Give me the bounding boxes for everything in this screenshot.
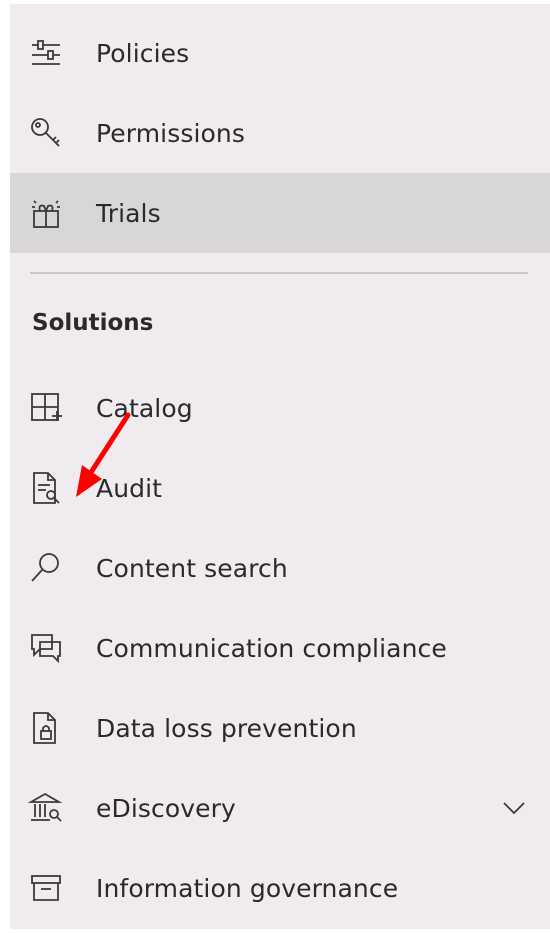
ediscovery-bank-icon — [28, 790, 64, 826]
nav-item-information-governance[interactable]: Information governance — [10, 848, 550, 928]
nav-item-label: Catalog — [96, 393, 193, 423]
nav-item-label: Information governance — [96, 873, 399, 903]
nav-item-label: Trials — [96, 198, 161, 228]
archive-box-icon — [28, 870, 64, 906]
nav-item-data-loss-prevention[interactable]: Data loss prevention — [10, 688, 550, 768]
key-icon — [28, 115, 64, 151]
nav-item-label: Data loss prevention — [96, 713, 357, 743]
nav-item-trials[interactable]: Trials — [10, 173, 550, 253]
gift-trials-icon — [28, 195, 64, 231]
chat-bubbles-icon — [28, 630, 64, 666]
nav-item-communication-compliance[interactable]: Communication compliance — [10, 608, 550, 688]
policies-sliders-icon — [28, 35, 64, 71]
nav-item-audit[interactable]: Audit — [10, 448, 550, 528]
solutions-section-header: Solutions — [32, 310, 154, 336]
nav-item-label: Communication compliance — [96, 633, 447, 663]
navigation-panel: Policies Permissions Trials Solutions Ca… — [10, 4, 550, 929]
nav-item-label: eDiscovery — [96, 793, 236, 823]
nav-item-content-search[interactable]: Content search — [10, 528, 550, 608]
document-lock-icon — [28, 710, 64, 746]
chevron-down-icon[interactable] — [500, 794, 528, 822]
audit-document-search-icon — [28, 470, 64, 506]
nav-item-label: Audit — [96, 473, 163, 503]
nav-item-permissions[interactable]: Permissions — [10, 93, 550, 173]
nav-item-label: Policies — [96, 38, 190, 68]
nav-item-ediscovery[interactable]: eDiscovery — [10, 768, 550, 848]
search-icon — [28, 550, 64, 586]
catalog-grid-plus-icon — [28, 390, 64, 426]
nav-item-label: Content search — [96, 553, 288, 583]
nav-item-catalog[interactable]: Catalog — [10, 368, 550, 448]
nav-item-label: Permissions — [96, 118, 245, 148]
section-divider — [30, 272, 528, 274]
nav-item-policies[interactable]: Policies — [10, 13, 550, 93]
